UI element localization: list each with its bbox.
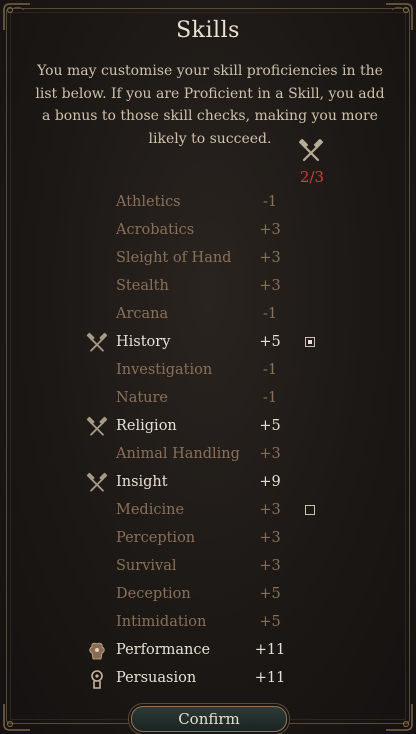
proficiency-count: 2/3 — [299, 168, 325, 186]
skill-name: Religion — [116, 418, 177, 434]
skill-list: Athletics -1 Acrobatics +3 Sleight of Hand +3… — [0, 189, 416, 693]
skill-modifier: +5 — [259, 586, 281, 602]
skill-modifier: -1 — [262, 362, 278, 378]
skill-modifier: +11 — [254, 670, 286, 686]
page-title: Skills — [176, 18, 240, 43]
skill-modifier: +5 — [259, 418, 281, 434]
skill-name: Perception — [116, 530, 196, 546]
skill-row-medicine[interactable]: Medicine +3 — [0, 497, 416, 525]
skill-row-persuasion[interactable]: Persuasion +11 — [0, 665, 416, 693]
skill-row-animal-handling[interactable]: Animal Handling +3 — [0, 441, 416, 469]
skill-modifier: +3 — [259, 222, 281, 238]
background-persuasion-icon — [86, 668, 108, 690]
skill-name: Nature — [116, 390, 169, 406]
skill-modifier: +9 — [259, 474, 281, 490]
skill-name: Performance — [116, 642, 211, 658]
skill-row-sleight-of-hand[interactable]: Sleight of Hand +3 — [0, 245, 416, 273]
skill-row-athletics[interactable]: Athletics -1 — [0, 189, 416, 217]
skill-name: Stealth — [116, 278, 169, 294]
skill-row-history[interactable]: History +5 — [0, 329, 416, 357]
skill-name: Animal Handling — [116, 446, 240, 462]
skill-name: Persuasion — [116, 670, 197, 686]
crossed-hammers-icon — [86, 416, 108, 438]
skill-name: Acrobatics — [116, 222, 195, 238]
skill-modifier: +5 — [259, 334, 281, 350]
skill-name: Deception — [116, 586, 191, 602]
skill-name: History — [116, 334, 171, 350]
skill-row-religion[interactable]: Religion +5 — [0, 413, 416, 441]
skill-name: Survival — [116, 558, 177, 574]
proficiency-checkbox[interactable] — [305, 337, 315, 347]
skills-panel: Skills You may customise your skill prof… — [0, 0, 416, 734]
corner-ornament-icon — [384, 702, 414, 732]
skill-modifier: +3 — [259, 278, 281, 294]
skill-row-nature[interactable]: Nature -1 — [0, 385, 416, 413]
skill-name: Intimidation — [116, 614, 207, 630]
skill-row-insight[interactable]: Insight +9 — [0, 469, 416, 497]
skill-name: Investigation — [116, 362, 213, 378]
skill-row-deception[interactable]: Deception +5 — [0, 581, 416, 609]
skill-row-arcana[interactable]: Arcana -1 — [0, 301, 416, 329]
background-performance-icon — [86, 640, 108, 662]
skill-row-acrobatics[interactable]: Acrobatics +3 — [0, 217, 416, 245]
confirm-button[interactable]: Confirm — [131, 706, 287, 732]
skill-modifier: +11 — [254, 642, 286, 658]
skill-modifier: +3 — [259, 530, 281, 546]
skill-name: Medicine — [116, 502, 185, 518]
description-text: You may customise your skill proficienci… — [35, 63, 385, 147]
skill-modifier: -1 — [262, 306, 278, 322]
skill-name: Arcana — [116, 306, 169, 322]
skill-row-intimidation[interactable]: Intimidation +5 — [0, 609, 416, 637]
skill-row-stealth[interactable]: Stealth +3 — [0, 273, 416, 301]
crossed-hammers-icon — [86, 472, 108, 494]
skill-modifier: +3 — [259, 502, 281, 518]
proficiency-checkbox[interactable] — [305, 505, 315, 515]
crossed-hammers-icon — [298, 138, 324, 164]
skill-modifier: -1 — [262, 194, 278, 210]
skill-modifier: +3 — [259, 250, 281, 266]
skill-row-perception[interactable]: Perception +3 — [0, 525, 416, 553]
skill-modifier: +5 — [259, 614, 281, 630]
skill-row-investigation[interactable]: Investigation -1 — [0, 357, 416, 385]
skill-modifier: -1 — [262, 390, 278, 406]
crossed-hammers-icon — [86, 332, 108, 354]
skill-row-survival[interactable]: Survival +3 — [0, 553, 416, 581]
corner-ornament-icon — [2, 702, 32, 732]
skill-name: Sleight of Hand — [116, 250, 232, 266]
skill-name: Athletics — [116, 194, 181, 210]
skill-name: Insight — [116, 474, 168, 490]
skill-modifier: +3 — [259, 446, 281, 462]
skill-row-performance[interactable]: Performance +11 — [0, 637, 416, 665]
skill-modifier: +3 — [259, 558, 281, 574]
